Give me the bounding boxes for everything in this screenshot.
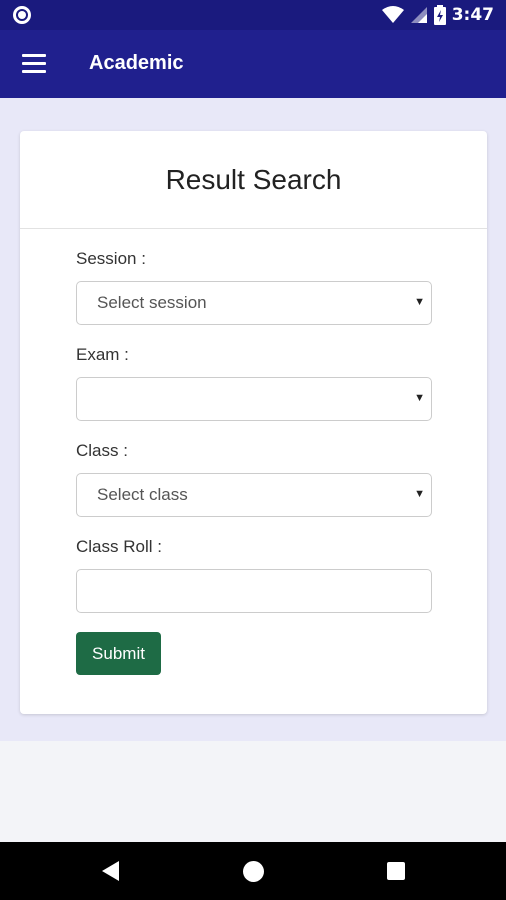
session-label: Session :: [76, 249, 146, 268]
exam-label: Exam :: [76, 345, 129, 364]
hamburger-menu-icon[interactable]: [22, 54, 46, 74]
system-nav-bar: [0, 842, 506, 900]
home-circle-icon[interactable]: [243, 861, 264, 882]
app-bar: Academic: [0, 30, 506, 98]
class-roll-label: Class Roll :: [76, 537, 162, 556]
page-title: Result Search: [165, 163, 342, 195]
class-label: Class :: [76, 441, 128, 460]
submit-button[interactable]: Submit: [76, 632, 161, 675]
result-search-card: Result Search Session : Select session ▼…: [20, 131, 487, 714]
exam-select[interactable]: ▼: [76, 377, 432, 421]
caret-down-icon: ▼: [414, 392, 425, 404]
session-select[interactable]: Select session ▼: [76, 281, 432, 325]
circle-notification-icon: [13, 6, 31, 24]
caret-down-icon: ▼: [414, 488, 425, 500]
status-icons: 3:47: [381, 0, 494, 30]
wifi-icon: [381, 6, 404, 23]
back-triangle-icon[interactable]: [102, 861, 119, 881]
app-title: Academic: [89, 52, 184, 74]
card-header: Result Search: [20, 131, 487, 229]
class-roll-input[interactable]: [76, 569, 432, 613]
session-select-value: Select session: [97, 293, 207, 312]
class-select[interactable]: Select class ▼: [76, 473, 432, 517]
recent-apps-square-icon[interactable]: [387, 862, 405, 880]
battery-icon: [433, 5, 446, 25]
status-time: 3:47: [451, 5, 494, 25]
status-bar: 3:47: [0, 0, 506, 30]
caret-down-icon: ▼: [414, 296, 425, 308]
cell-signal-icon: [410, 7, 427, 23]
class-select-value: Select class: [97, 485, 188, 504]
